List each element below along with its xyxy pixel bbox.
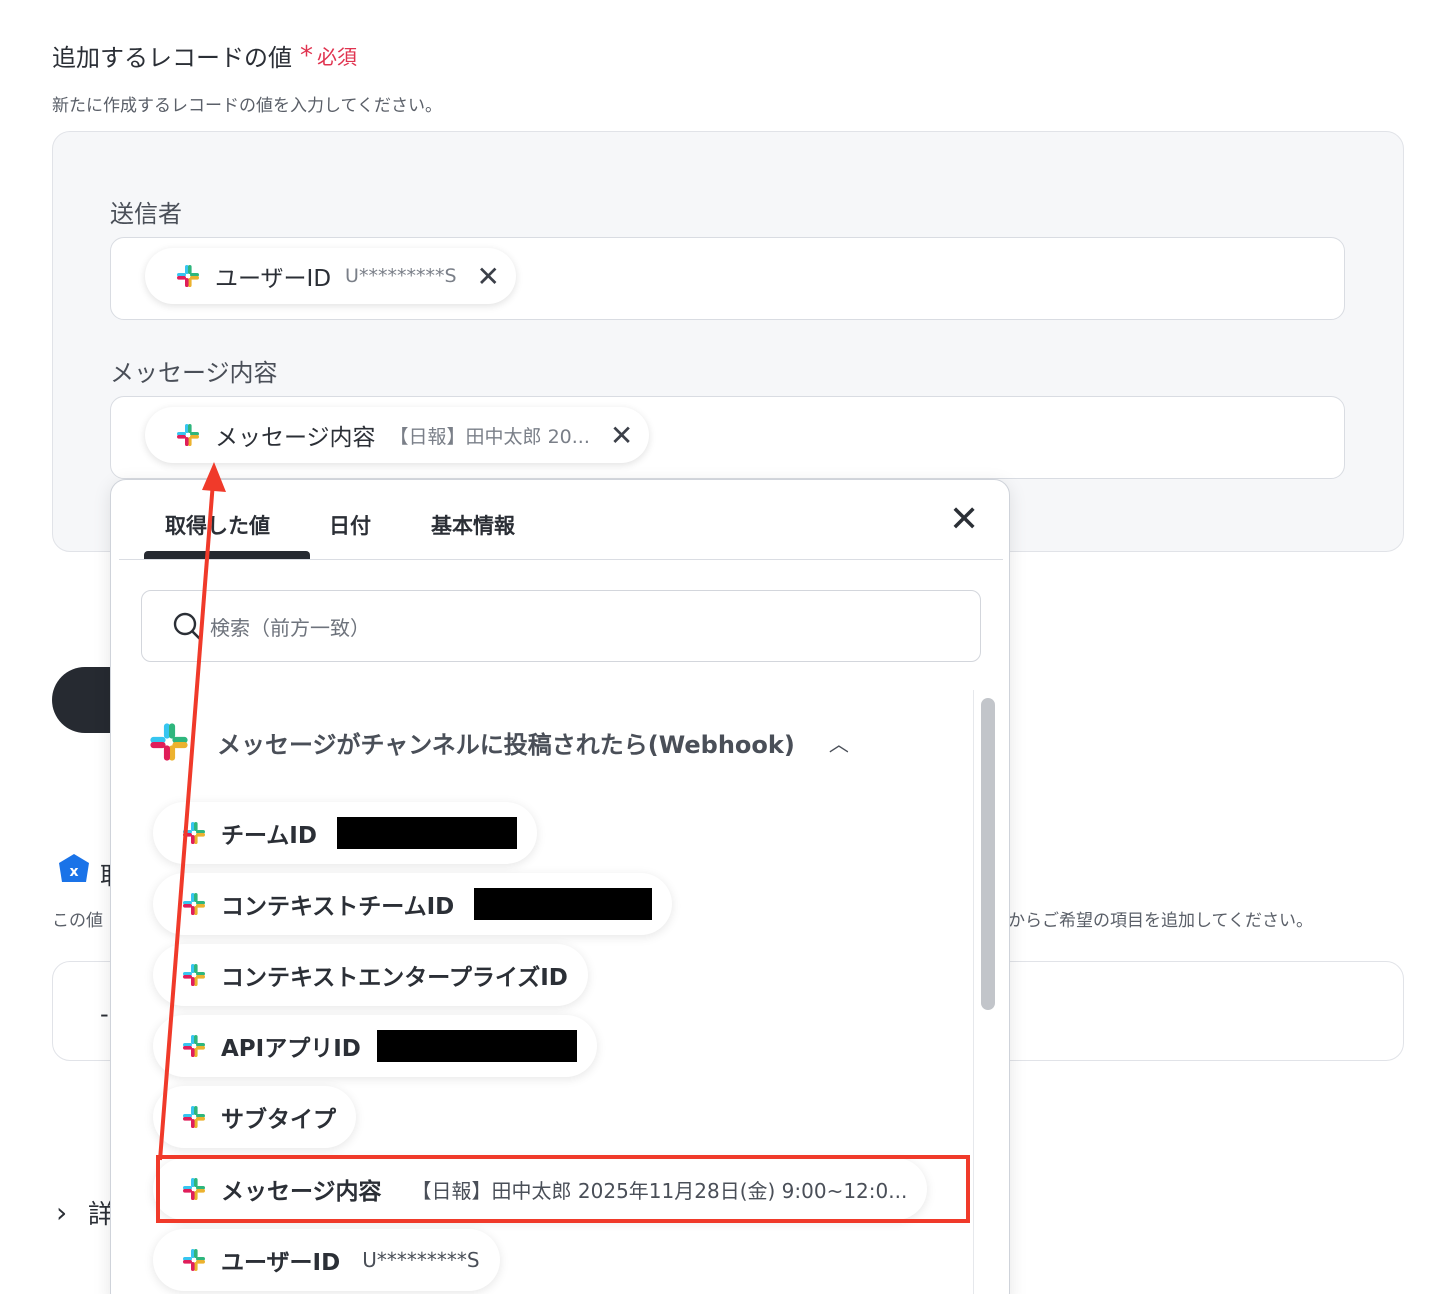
slack-icon (183, 1106, 205, 1128)
field-label-sender: 送信者 (110, 200, 182, 228)
close-icon[interactable]: ✕ (477, 260, 500, 293)
item-value: U*********S (362, 1248, 480, 1272)
active-tab-indicator (144, 551, 310, 559)
group-header[interactable]: メッセージがチャンネルに投稿されたら(Webhook) ︿ (147, 720, 849, 764)
sender-input[interactable]: ユーザーID U*********S ✕ (110, 237, 1345, 320)
item-label: コンテキストエンタープライズID (221, 965, 568, 991)
section-description: 新たに作成するレコードの値を入力してください。 (52, 96, 442, 116)
list-item[interactable]: サブタイプ (153, 1086, 356, 1148)
redacted-value (474, 888, 653, 920)
list-item[interactable]: チームID (153, 802, 537, 864)
scrollbar[interactable] (973, 690, 1001, 1294)
tab-basic-info[interactable]: 基本情報 (431, 510, 515, 540)
section-title-text: 追加するレコードの値 (52, 44, 292, 72)
chevron-right-icon[interactable]: › (56, 1196, 67, 1229)
slack-icon (177, 265, 199, 287)
required-label: 必須 (317, 45, 357, 69)
chip-value: 【日報】田中太郎 20... (389, 425, 590, 448)
list-item[interactable]: コンテキストエンタープライズID (153, 944, 588, 1006)
item-label: サブタイプ (221, 1107, 336, 1133)
slack-icon (183, 893, 205, 915)
search-input[interactable]: 検索（前方一致） (141, 590, 981, 662)
search-placeholder: 検索（前方一致） (210, 615, 370, 640)
field-label-message: メッセージ内容 (110, 359, 278, 387)
list-item[interactable]: コンテキストチームID (153, 873, 673, 935)
required-badge: * 必須 (300, 41, 357, 70)
value-picker-popup: 取得した値 日付 基本情報 ✕ 検索（前方一致） メッセージがチャンネルに投稿さ… (110, 479, 1010, 1294)
x-logo-icon: x (59, 854, 89, 882)
slack-icon (183, 1035, 205, 1057)
section-title: 追加するレコードの値 * 必須 (52, 38, 357, 73)
redacted-value (376, 1030, 577, 1062)
list-item[interactable]: APIアプリID (153, 1015, 597, 1077)
slack-icon (183, 822, 205, 844)
svg-text:x: x (69, 864, 78, 880)
message-input[interactable]: メッセージ内容 【日報】田中太郎 20... ✕ (110, 396, 1345, 479)
close-icon[interactable]: ✕ (610, 419, 633, 452)
slack-icon (150, 723, 188, 761)
section2-description: この値 (52, 911, 103, 931)
section2-dash: - (100, 1000, 109, 1028)
search-icon (173, 612, 202, 641)
section2-description-tail: からご希望の項目を追加してください。 (1008, 911, 1313, 931)
slack-icon (177, 424, 199, 446)
item-label: チームID (221, 823, 317, 849)
close-icon[interactable]: ✕ (949, 502, 979, 538)
message-chip[interactable]: メッセージ内容 【日報】田中太郎 20... ✕ (145, 407, 650, 463)
chip-label: メッセージ内容 (215, 425, 376, 451)
highlight-box (156, 1155, 970, 1223)
group-title: メッセージがチャンネルに投稿されたら(Webhook) (217, 730, 795, 759)
tab-date[interactable]: 日付 (329, 510, 371, 540)
required-star-icon: * (300, 40, 313, 71)
tab-bar: 取得した値 日付 基本情報 (119, 480, 1003, 560)
chip-value: U*********S (345, 265, 457, 287)
item-label: APIアプリID (221, 1036, 361, 1062)
chip-label: ユーザーID (215, 266, 332, 292)
list-item[interactable]: ユーザーID U*********S (153, 1229, 500, 1291)
sender-chip[interactable]: ユーザーID U*********S ✕ (145, 248, 516, 304)
redacted-value (336, 817, 517, 849)
scrollbar-thumb[interactable] (981, 698, 995, 1010)
tab-acquired-values[interactable]: 取得した値 (165, 510, 270, 540)
item-label: コンテキストチームID (221, 894, 455, 920)
slack-icon (183, 964, 205, 986)
item-label: ユーザーID (221, 1250, 341, 1276)
slack-icon (183, 1249, 205, 1271)
chevron-up-icon[interactable]: ︿ (829, 728, 849, 757)
